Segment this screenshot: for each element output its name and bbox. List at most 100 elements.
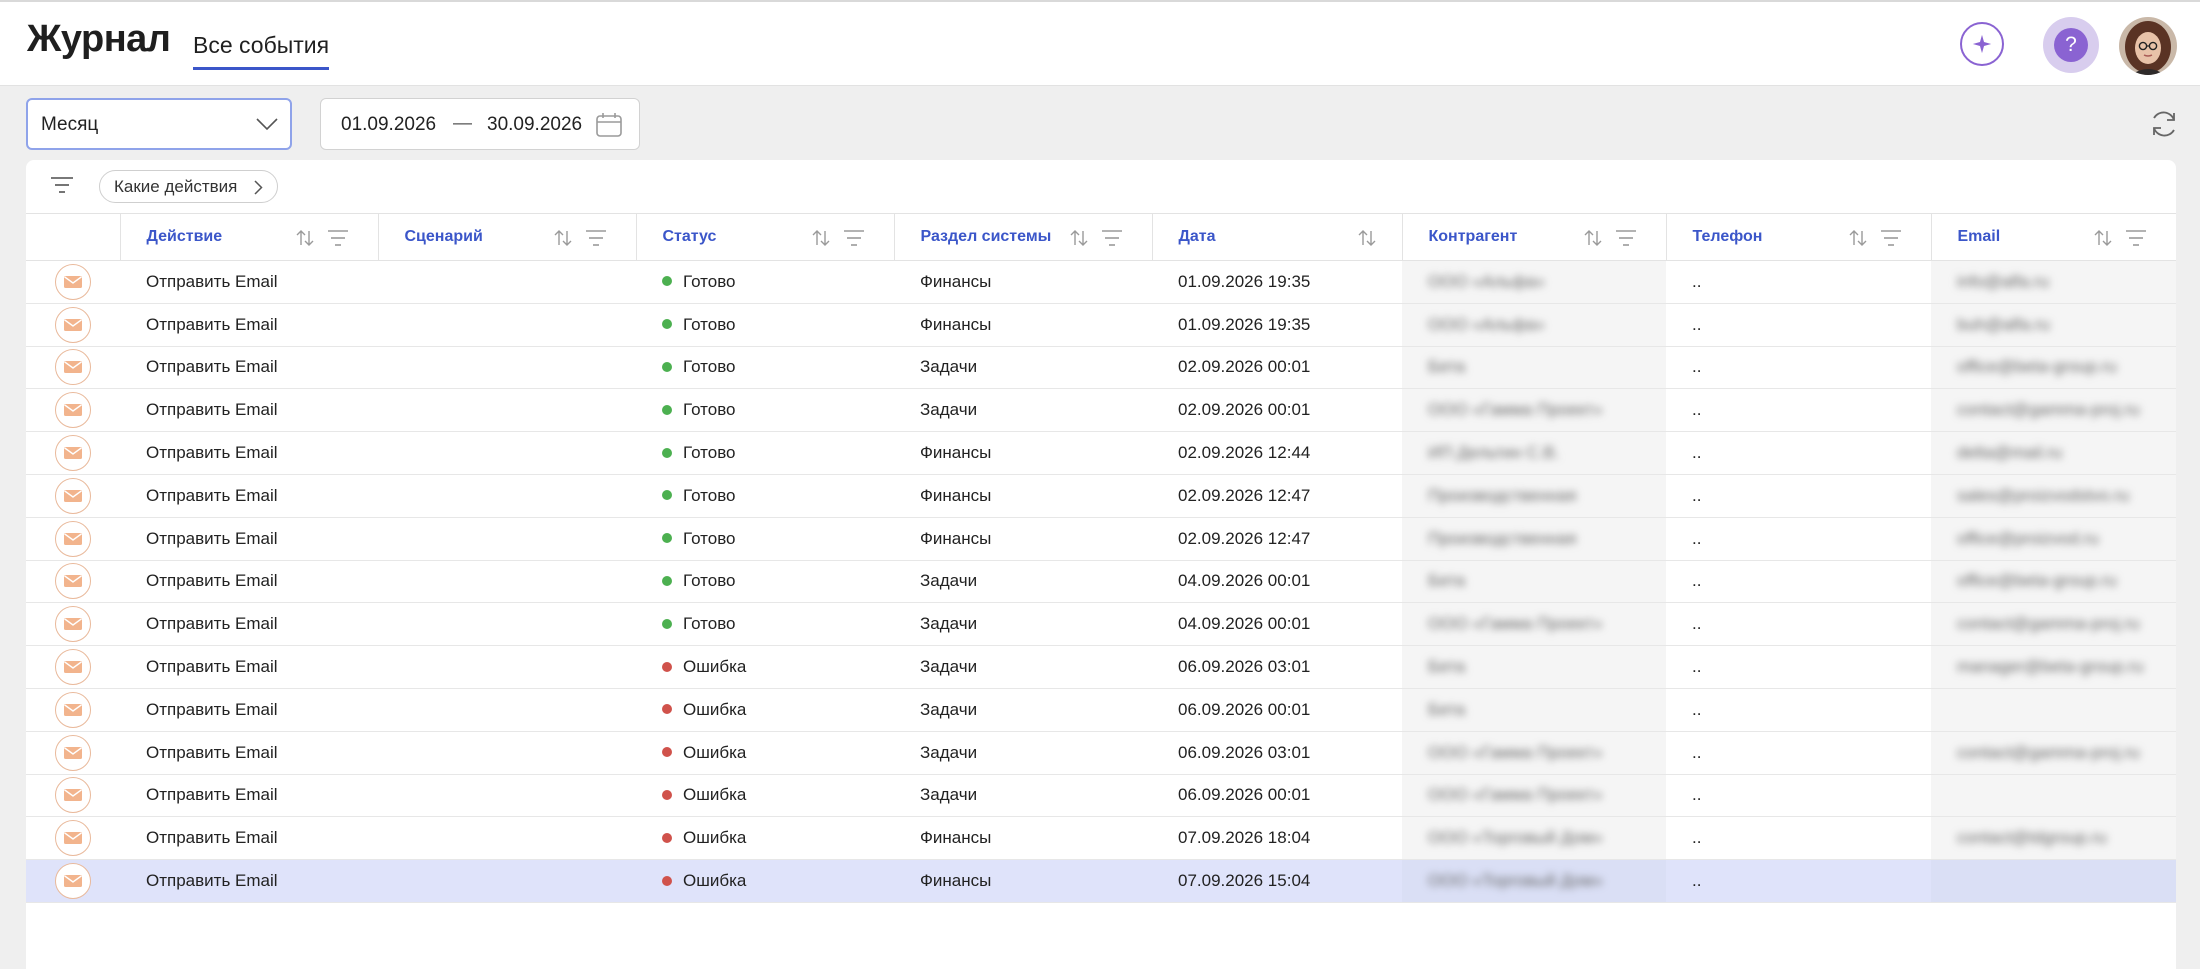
column-header-phone[interactable]: Телефон xyxy=(1665,213,1931,261)
cell-counterparty: ООО «Альфа» xyxy=(1402,303,1666,347)
status-dot xyxy=(662,447,672,458)
sort-icon[interactable] xyxy=(1848,228,1868,253)
column-header-counterparty[interactable]: Контрагент xyxy=(1401,213,1666,261)
cell-phone: .. xyxy=(1666,303,1931,347)
cell-scenario xyxy=(378,560,636,604)
cell-status: Готово xyxy=(636,431,894,475)
ai-assistant-button[interactable] xyxy=(1960,22,2004,66)
column-header-section[interactable]: Раздел системы xyxy=(893,213,1152,261)
column-header-email[interactable]: Email xyxy=(1930,213,2176,261)
table-row[interactable]: Отправить Email Готово Задачи 02.09.2026 00… xyxy=(26,388,2176,433)
column-filter-icon[interactable] xyxy=(843,229,865,252)
sort-icon[interactable] xyxy=(811,228,831,253)
table-row[interactable]: Отправить Email Готово Задачи 04.09.2026 00… xyxy=(26,602,2176,647)
cell-phone: .. xyxy=(1666,731,1931,775)
table-row[interactable]: Отправить Email Готово Финансы 02.09.2026 1… xyxy=(26,474,2176,518)
column-filter-icon[interactable] xyxy=(2125,229,2147,252)
date-from[interactable]: 01.09.2026 xyxy=(341,114,436,136)
cell-action: Отправить Email xyxy=(120,260,378,304)
status-dot xyxy=(662,789,672,800)
table-row[interactable]: Отправить Email Готово Финансы 02.09.2026 1… xyxy=(26,431,2176,475)
cell-status: Ошибка xyxy=(636,816,894,861)
cell-status: Готово xyxy=(636,388,894,433)
table-row[interactable]: Отправить Email Ошибка Задачи 06.09.2026 03… xyxy=(26,645,2176,689)
mail-icon xyxy=(55,734,91,771)
table-row[interactable]: Отправить Email Готово Задачи 04.09.2026 00… xyxy=(26,560,2176,604)
counterparty-value: ИП Дельтин С.В. xyxy=(1428,443,1560,463)
cell-date: 07.09.2026 15:04 xyxy=(1152,859,1402,903)
actions-filter-chip[interactable]: Какие действия xyxy=(99,170,279,203)
cell-phone: .. xyxy=(1666,774,1931,818)
row-icon-cell xyxy=(26,645,120,689)
table-row[interactable]: Отправить Email Ошибка Задачи 06.09.2026 00… xyxy=(26,688,2176,732)
table-row[interactable]: Отправить Email Ошибка Финансы 07.09.2026 1… xyxy=(26,816,2176,861)
period-select[interactable]: Месяц xyxy=(26,98,292,150)
sort-icon[interactable] xyxy=(2093,228,2113,253)
sort-icon[interactable] xyxy=(1069,228,1089,253)
column-filter-icon[interactable] xyxy=(1101,229,1123,252)
column-filter-icon[interactable] xyxy=(1615,229,1637,252)
cell-email: info@alfa.ru xyxy=(1931,260,2176,304)
cell-phone: .. xyxy=(1666,560,1931,604)
cell-section: Финансы xyxy=(894,431,1152,475)
date-separator: — xyxy=(453,113,472,134)
sort-icon[interactable] xyxy=(1357,228,1377,253)
column-label: Действие xyxy=(146,228,223,245)
sort-icon[interactable] xyxy=(553,228,573,253)
sort-icon[interactable] xyxy=(295,228,315,253)
cell-section: Задачи xyxy=(894,731,1152,775)
cell-section: Задачи xyxy=(894,645,1152,689)
cell-counterparty: ООО «Гамма Проект» xyxy=(1402,731,1666,775)
column-filter-icon[interactable] xyxy=(327,229,349,252)
cell-action: Отправить Email xyxy=(120,859,378,903)
tab-all-events[interactable]: Все события xyxy=(193,32,330,70)
cell-section: Финансы xyxy=(894,474,1152,518)
cell-scenario xyxy=(378,602,636,647)
counterparty-value: ООО «Гамма Проект» xyxy=(1428,614,1603,634)
refresh-icon[interactable] xyxy=(2148,108,2180,140)
column-label: Email xyxy=(1957,228,2001,245)
table-row[interactable]: Отправить Email Готово Задачи 02.09.2026 00… xyxy=(26,346,2176,390)
column-header-scenario[interactable]: Сценарий xyxy=(377,213,636,261)
date-to[interactable]: 30.09.2026 xyxy=(487,114,582,136)
status-dot xyxy=(662,575,672,586)
column-header-date[interactable]: Дата xyxy=(1151,213,1402,261)
cell-status: Ошибка xyxy=(636,688,894,732)
table-row[interactable]: Отправить Email Ошибка Финансы 07.09.2026 1… xyxy=(26,859,2176,903)
events-table: Действие Сценарий Статус Раздел системы … xyxy=(26,213,2176,903)
cell-email: contact@tdgroup.ru xyxy=(1931,816,2176,861)
status-label: Ошибка xyxy=(683,657,747,677)
help-button[interactable]: ? xyxy=(2043,17,2099,73)
avatar[interactable] xyxy=(2119,17,2177,75)
table-row[interactable]: Отправить Email Готово Финансы 01.09.2026 1… xyxy=(26,303,2176,347)
column-filter-icon[interactable] xyxy=(585,229,607,252)
email-value: contact@tdgroup.ru xyxy=(1957,828,2107,848)
filter-lines-icon[interactable] xyxy=(50,176,74,194)
cell-scenario xyxy=(378,731,636,775)
column-label: Сценарий xyxy=(404,228,483,245)
table-row[interactable]: Отправить Email Готово Финансы 01.09.2026 1… xyxy=(26,260,2176,304)
table-row[interactable]: Отправить Email Готово Финансы 02.09.2026 1… xyxy=(26,517,2176,561)
status-label: Ошибка xyxy=(683,699,747,719)
calendar-icon[interactable] xyxy=(595,111,623,139)
cell-counterparty: Производственная xyxy=(1402,517,1666,561)
cell-email: contact@gamma-proj.ru xyxy=(1931,731,2176,775)
cell-counterparty: Бета xyxy=(1402,346,1666,390)
cell-section: Финансы xyxy=(894,260,1152,304)
cell-phone: .. xyxy=(1666,816,1931,861)
date-range-picker[interactable]: 01.09.2026 — 30.09.2026 xyxy=(320,98,640,150)
table-row[interactable]: Отправить Email Ошибка Задачи 06.09.2026 03… xyxy=(26,731,2176,775)
counterparty-value: Производственная xyxy=(1428,528,1577,548)
column-filter-icon[interactable] xyxy=(1880,229,1902,252)
cell-section: Задачи xyxy=(894,388,1152,433)
cell-email: manager@beta-group.ru xyxy=(1931,645,2176,689)
table-row[interactable]: Отправить Email Ошибка Задачи 06.09.2026 00… xyxy=(26,774,2176,818)
email-value: info@alfa.ru xyxy=(1957,271,2049,291)
row-icon-cell xyxy=(26,774,120,818)
column-header-action[interactable]: Действие xyxy=(119,213,378,261)
status-dot xyxy=(662,747,672,758)
sort-icon[interactable] xyxy=(1583,228,1603,253)
cell-phone: .. xyxy=(1666,645,1931,689)
status-dot xyxy=(662,832,672,843)
column-header-status[interactable]: Статус xyxy=(635,213,894,261)
